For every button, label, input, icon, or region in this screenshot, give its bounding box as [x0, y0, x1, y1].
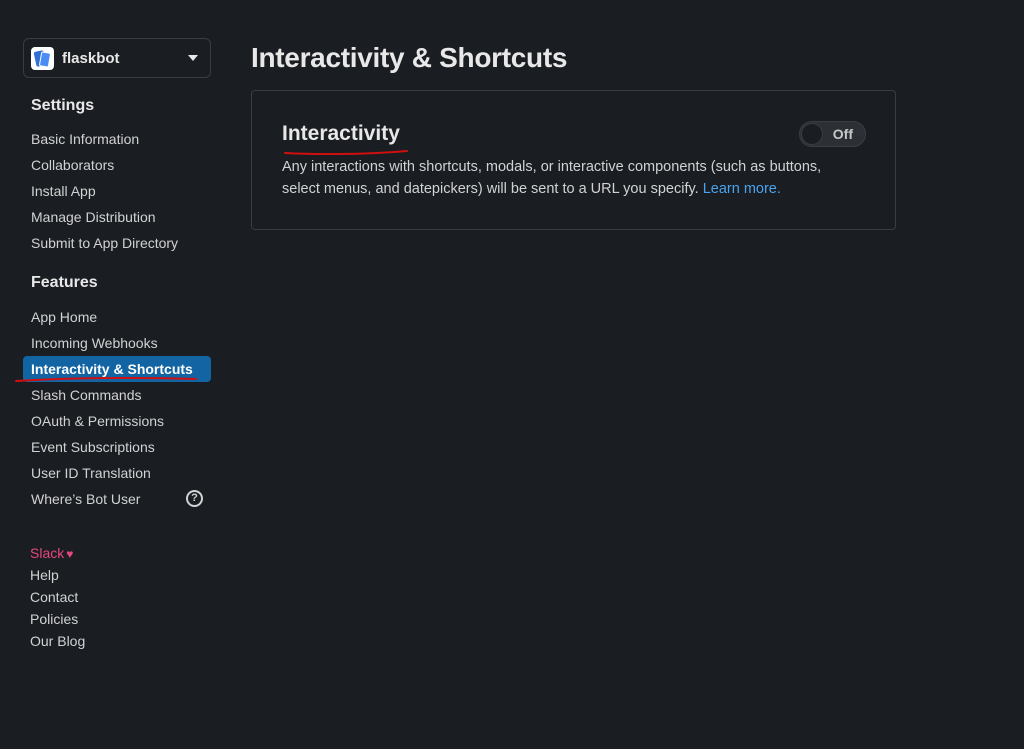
app-name: flaskbot: [62, 49, 120, 67]
sidebar-item-user-id-translation[interactable]: User ID Translation: [23, 460, 213, 486]
interactivity-card: Interactivity Off Any interactions with …: [251, 90, 896, 230]
footer-link-slack[interactable]: Slack ♥: [30, 542, 85, 564]
sidebar-item-basic-information[interactable]: Basic Information: [23, 126, 213, 152]
features-nav: App Home Incoming Webhooks Interactivity…: [23, 304, 213, 512]
footer-link-help[interactable]: Help: [30, 564, 85, 586]
footer-link-contact[interactable]: Contact: [30, 586, 85, 608]
sidebar-item-app-home[interactable]: App Home: [23, 304, 213, 330]
toggle-label: Off: [832, 126, 853, 142]
footer-link-policies[interactable]: Policies: [30, 608, 85, 630]
settings-section-title: Settings: [31, 97, 95, 114]
card-title: Interactivity: [282, 122, 400, 145]
sidebar-item-interactivity-shortcuts[interactable]: Interactivity & Shortcuts: [23, 356, 211, 382]
sidebar-item-slash-commands[interactable]: Slash Commands: [23, 382, 213, 408]
sidebar: flaskbot Settings Basic Information Coll…: [23, 38, 213, 512]
sidebar-item-install-app[interactable]: Install App: [23, 178, 213, 204]
app-icon: [31, 46, 54, 70]
sidebar-item-wheres-bot-user[interactable]: Where’s Bot User ?: [23, 486, 213, 512]
footer-links: Slack ♥ Help Contact Policies Our Blog: [30, 542, 85, 652]
card-description: Any interactions with shortcuts, modals,…: [282, 156, 862, 200]
chevron-down-icon: [188, 55, 198, 61]
page-title: Interactivity & Shortcuts: [251, 42, 568, 73]
settings-nav: Basic Information Collaborators Install …: [23, 126, 213, 256]
sidebar-item-collaborators[interactable]: Collaborators: [23, 152, 213, 178]
slack-label: Slack: [30, 545, 65, 561]
help-icon[interactable]: ?: [186, 490, 203, 507]
features-section-title: Features: [31, 274, 98, 291]
sidebar-item-manage-distribution[interactable]: Manage Distribution: [23, 204, 213, 230]
sidebar-item-label: Where’s Bot User: [31, 491, 141, 507]
heart-icon: ♥: [66, 547, 74, 561]
sidebar-item-submit-to-app-directory[interactable]: Submit to App Directory: [23, 230, 213, 256]
sidebar-item-oauth-permissions[interactable]: OAuth & Permissions: [23, 408, 213, 434]
toggle-knob: [801, 123, 823, 145]
learn-more-link[interactable]: Learn more.: [703, 181, 781, 197]
footer-link-our-blog[interactable]: Our Blog: [30, 630, 85, 652]
app-switcher-dropdown[interactable]: flaskbot: [23, 38, 211, 78]
interactivity-toggle[interactable]: Off: [799, 121, 866, 147]
sidebar-item-event-subscriptions[interactable]: Event Subscriptions: [23, 434, 213, 460]
sidebar-item-incoming-webhooks[interactable]: Incoming Webhooks: [23, 330, 213, 356]
